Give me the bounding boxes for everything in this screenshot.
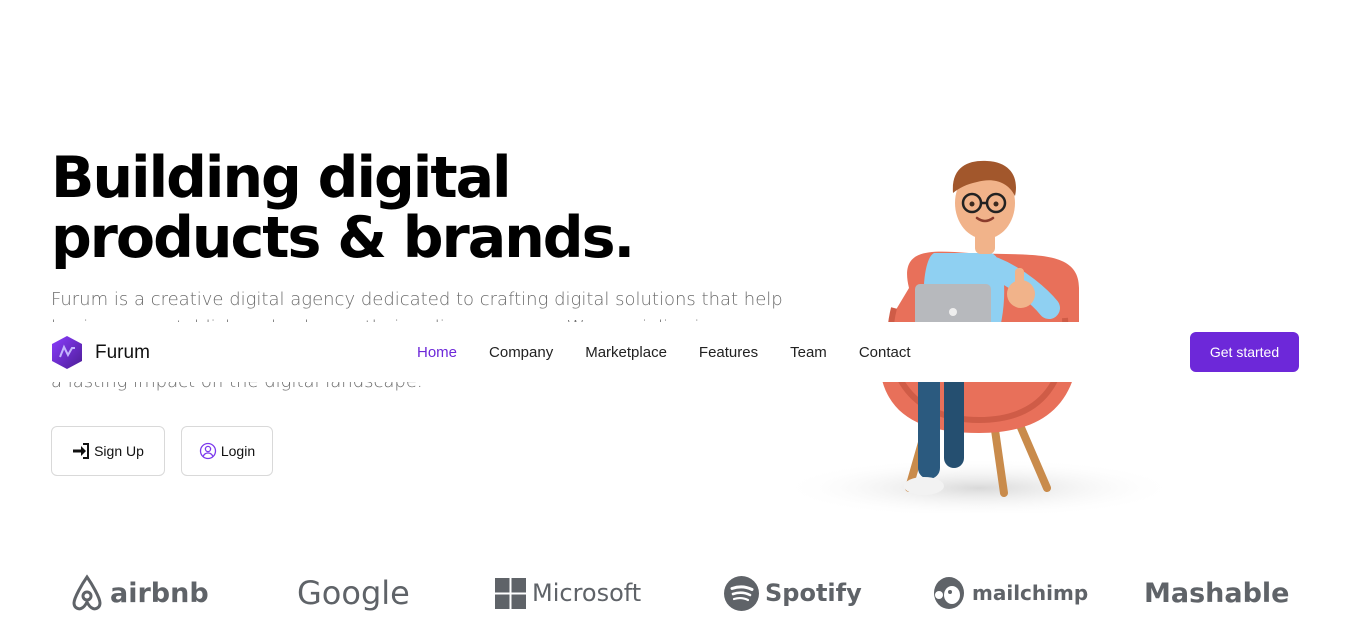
microsoft-windows-icon — [495, 577, 526, 609]
sign-up-label: Sign Up — [94, 443, 144, 459]
nav-links: Home Company Marketplace Features Team C… — [417, 344, 911, 361]
mashable-logo: Mashable — [1144, 570, 1290, 616]
nav-link-contact[interactable]: Contact — [859, 344, 911, 361]
sign-up-button[interactable]: Sign Up — [51, 426, 165, 476]
mashable-wordmark: Mashable — [1144, 577, 1290, 609]
nav-link-features[interactable]: Features — [699, 344, 758, 361]
brand-logo-icon[interactable] — [51, 335, 83, 370]
brand-name[interactable]: Furum — [95, 342, 150, 364]
get-started-button[interactable]: Get started — [1190, 332, 1299, 372]
hero-description: Furum is a creative digital agency dedic… — [51, 286, 783, 392]
spotify-wordmark: Spotify — [765, 579, 862, 607]
hero-description-line-1: Furum is a creative digital agency dedic… — [51, 289, 783, 310]
microsoft-logo: Microsoft — [495, 570, 641, 616]
login-label: Login — [220, 443, 256, 459]
hero-title: Building digital products & brands. — [51, 148, 731, 268]
mailchimp-wordmark: mailchimp — [972, 581, 1089, 605]
airbnb-logo: airbnb — [70, 570, 209, 616]
hero-title-line-2: products & brands. — [51, 205, 635, 271]
mailchimp-freddie-icon — [934, 577, 964, 609]
nav-link-company[interactable]: Company — [489, 344, 553, 361]
partner-logos: airbnb Google Microsoft Spotify mailchim… — [0, 570, 1347, 620]
spotify-icon — [724, 575, 759, 611]
airbnb-wordmark: airbnb — [110, 577, 209, 609]
nav-link-marketplace[interactable]: Marketplace — [585, 344, 667, 361]
microsoft-wordmark: Microsoft — [532, 579, 642, 607]
hero-title-line-1: Building digital — [51, 145, 512, 211]
spotify-logo: Spotify — [724, 570, 862, 616]
sign-in-arrow-icon — [73, 443, 90, 459]
airbnb-icon — [72, 574, 102, 611]
google-logo: Google — [297, 570, 410, 616]
user-circle-icon — [199, 442, 217, 460]
mailchimp-logo: mailchimp — [932, 570, 1088, 616]
google-wordmark: Google — [297, 574, 410, 612]
login-button[interactable]: Login — [181, 426, 273, 476]
nav-link-team[interactable]: Team — [790, 344, 827, 361]
nav-link-home[interactable]: Home — [417, 344, 457, 361]
top-navbar: Furum Home Company Marketplace Features … — [0, 322, 1347, 382]
